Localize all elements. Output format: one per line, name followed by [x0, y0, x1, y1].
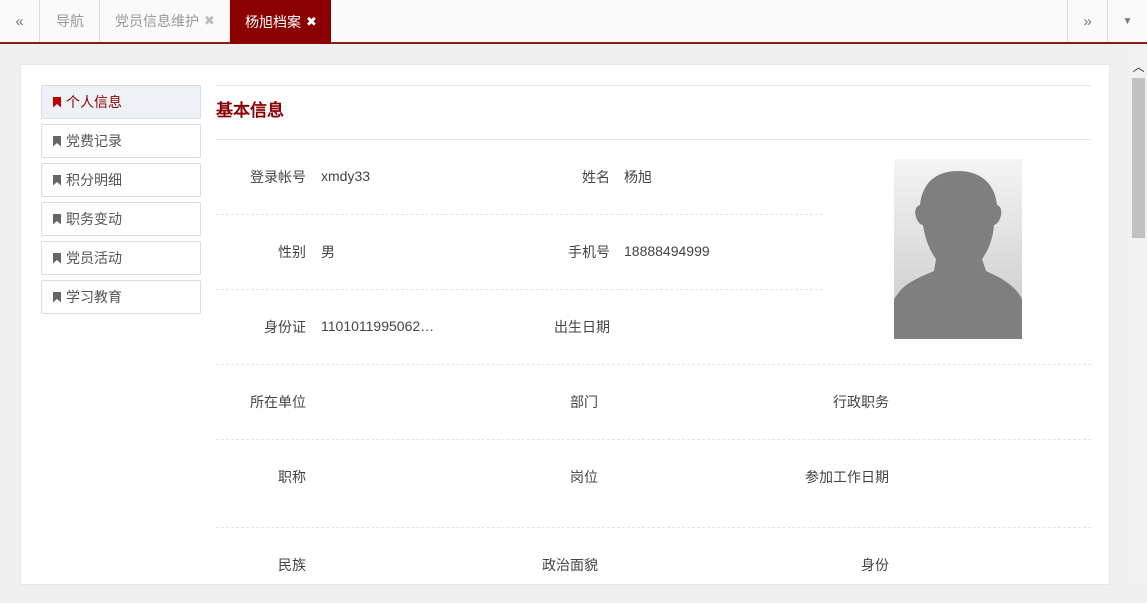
content-panel: 个人信息 党费记录 积分明细 职务变动 党员活动 学习教育 基本信息 登录帐号 …: [20, 64, 1110, 585]
info-row: 登录帐号 xmdy33 姓名 杨旭: [216, 140, 823, 215]
political-status-label: 政治面貌: [542, 557, 598, 573]
tab-navigation[interactable]: 导航: [41, 0, 100, 42]
name-value: 杨旭: [624, 169, 652, 185]
id-card-value: 1101011995062…: [321, 318, 435, 334]
tab-member-profile[interactable]: 杨旭档案 ✖: [230, 0, 331, 44]
tab-scroll-left-button[interactable]: «: [0, 0, 40, 42]
login-account-label: 登录帐号: [250, 169, 306, 185]
admin-post-label: 行政职务: [833, 394, 889, 410]
tab-dropdown-button[interactable]: ▼: [1107, 0, 1147, 42]
menu-item-study-education[interactable]: 学习教育: [41, 280, 201, 314]
scroll-up-arrow-icon[interactable]: ︿: [1130, 58, 1147, 75]
section-title: 基本信息: [216, 86, 1091, 140]
bookmark-icon: [53, 135, 61, 147]
close-icon[interactable]: ✖: [204, 13, 215, 29]
info-row: 所在单位 部门 行政职务: [216, 365, 1091, 440]
menu-item-personal-info[interactable]: 个人信息: [41, 85, 201, 119]
menu-item-points-detail[interactable]: 积分明细: [41, 163, 201, 197]
side-menu: 个人信息 党费记录 积分明细 职务变动 党员活动 学习教育: [41, 85, 201, 319]
ethnicity-label: 民族: [278, 557, 306, 573]
phone-value: 18888494999: [624, 243, 710, 259]
info-row: 职称 岗位 参加工作日期: [216, 440, 1091, 528]
professional-title-label: 职称: [278, 469, 306, 485]
identity-label: 身份: [861, 557, 889, 573]
id-card-label: 身份证: [264, 319, 306, 335]
menu-item-member-activities[interactable]: 党员活动: [41, 241, 201, 275]
bookmark-icon: [53, 291, 61, 303]
avatar-silhouette-icon: [894, 171, 1022, 339]
info-row: 性别 男 手机号 18888494999: [216, 215, 823, 290]
bookmark-icon: [53, 96, 61, 108]
phone-label: 手机号: [568, 244, 610, 260]
login-account-value: xmdy33: [321, 168, 371, 184]
post-label: 岗位: [570, 469, 598, 485]
menu-item-label: 积分明细: [66, 172, 122, 188]
bookmark-icon: [53, 174, 61, 186]
info-row: 民族 政治面貌 身份: [216, 528, 1091, 603]
bookmark-icon: [53, 213, 61, 225]
work-start-date-label: 参加工作日期: [805, 469, 889, 485]
department-label: 部门: [570, 394, 598, 410]
caret-down-icon: ▼: [1122, 15, 1133, 27]
menu-item-label: 职务变动: [66, 211, 122, 227]
birth-date-label: 出生日期: [554, 319, 610, 335]
scrollbar-thumb[interactable]: [1132, 78, 1145, 238]
bookmark-icon: [53, 252, 61, 264]
vertical-scrollbar[interactable]: ︿: [1130, 44, 1147, 585]
gender-label: 性别: [278, 244, 306, 260]
tab-member-maintenance[interactable]: 党员信息维护 ✖: [100, 0, 230, 42]
gender-value: 男: [321, 244, 335, 260]
menu-item-label: 个人信息: [66, 94, 122, 110]
tab-label: 党员信息维护: [115, 13, 199, 29]
tab-bar: « 导航 党员信息维护 ✖ 杨旭档案 ✖ » ▼: [0, 0, 1147, 44]
close-icon[interactable]: ✖: [306, 14, 317, 30]
tab-label: 杨旭档案: [245, 14, 301, 30]
menu-item-position-changes[interactable]: 职务变动: [41, 202, 201, 236]
name-label: 姓名: [582, 169, 610, 185]
menu-item-dues-records[interactable]: 党费记录: [41, 124, 201, 158]
tab-label: 导航: [56, 13, 84, 29]
unit-label: 所在单位: [250, 394, 306, 410]
info-area: 基本信息 登录帐号 xmdy33 姓名 杨旭 性别 男 手机号 18888494…: [216, 85, 1091, 603]
tab-scroll-right-button[interactable]: »: [1067, 0, 1107, 42]
menu-item-label: 党费记录: [66, 133, 122, 149]
menu-item-label: 党员活动: [66, 250, 122, 266]
profile-photo: [894, 159, 1022, 339]
menu-item-label: 学习教育: [66, 289, 122, 305]
